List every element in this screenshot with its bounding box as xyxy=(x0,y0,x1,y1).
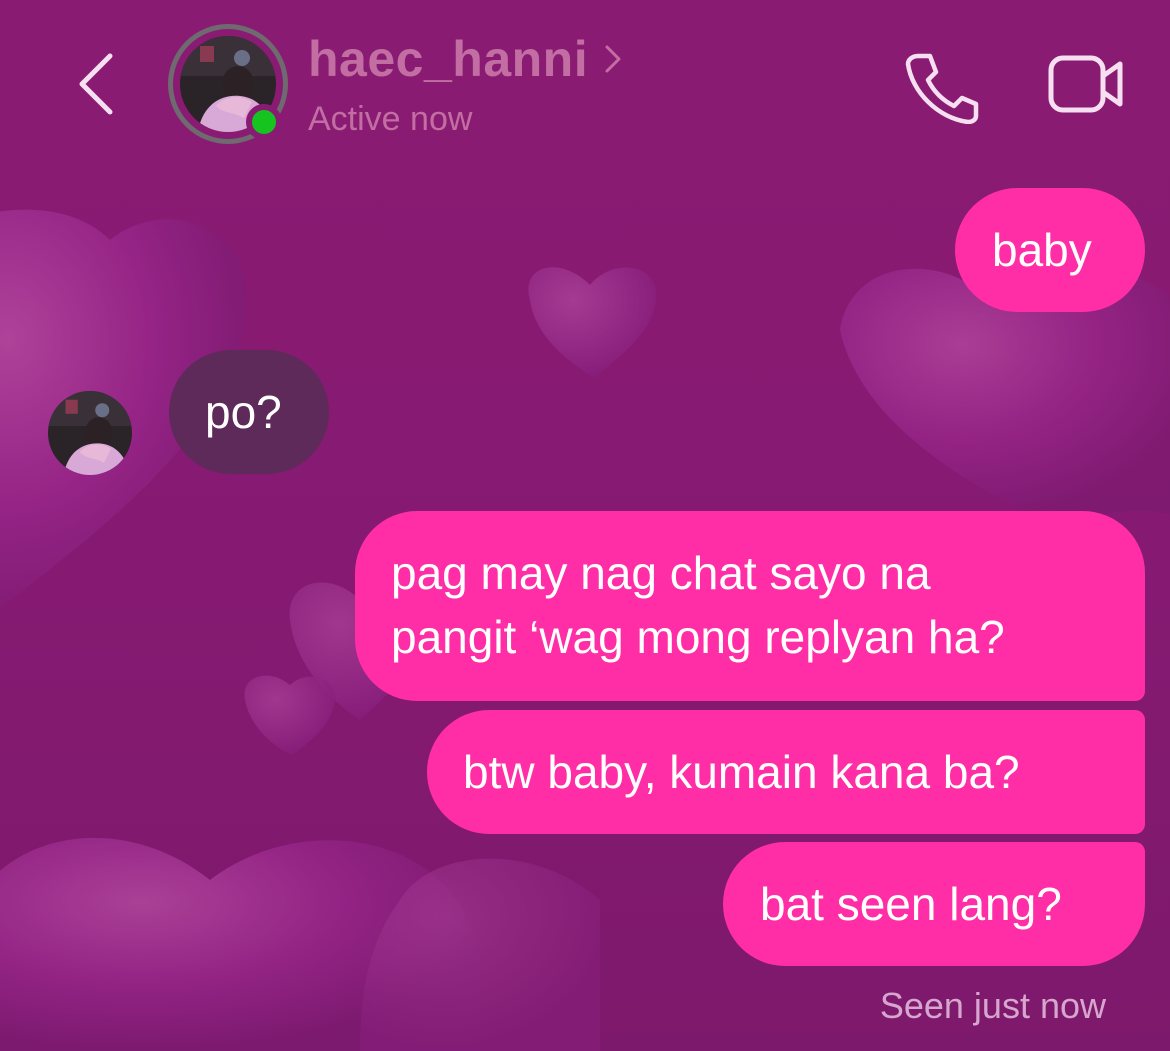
voice-call-button[interactable] xyxy=(904,50,980,125)
sent-message-bubble[interactable]: btw baby, kumain kana ba? xyxy=(427,710,1145,834)
sender-avatar[interactable] xyxy=(48,391,132,475)
online-status-indicator xyxy=(246,104,282,140)
phone-icon xyxy=(905,53,979,125)
active-status: Active now xyxy=(308,100,473,138)
message-text: po? xyxy=(205,386,282,438)
chevron-right-icon xyxy=(605,45,621,73)
back-button[interactable] xyxy=(68,46,128,122)
message-text: bat seen lang? xyxy=(760,878,1062,930)
chevron-left-icon xyxy=(79,53,113,115)
read-receipt: Seen just now xyxy=(879,985,1106,1026)
heart-shape xyxy=(244,675,335,755)
video-call-button[interactable] xyxy=(1046,50,1126,116)
video-camera-icon xyxy=(1048,55,1123,113)
chat-header: haec_hanni Active now xyxy=(0,0,1170,170)
message-text: baby xyxy=(992,224,1092,276)
message-text-line: pag may nag chat sayo na xyxy=(391,547,931,599)
message-text: btw baby, kumain kana ba? xyxy=(463,746,1020,798)
avatar-photo xyxy=(48,391,132,475)
sent-message-bubble[interactable]: bat seen lang? xyxy=(723,842,1145,966)
profile-name-link[interactable]: haec_hanni xyxy=(308,30,624,88)
username: haec_hanni xyxy=(308,31,589,87)
message-text-line: pangit ‘wag mong replyan ha? xyxy=(391,611,1005,663)
sent-message-bubble[interactable]: baby xyxy=(955,188,1145,312)
heart-shape xyxy=(528,267,657,378)
received-message-bubble[interactable]: po? xyxy=(169,350,329,474)
sent-message-bubble[interactable]: pag may nag chat sayo na pangit ‘wag mon… xyxy=(355,511,1145,701)
